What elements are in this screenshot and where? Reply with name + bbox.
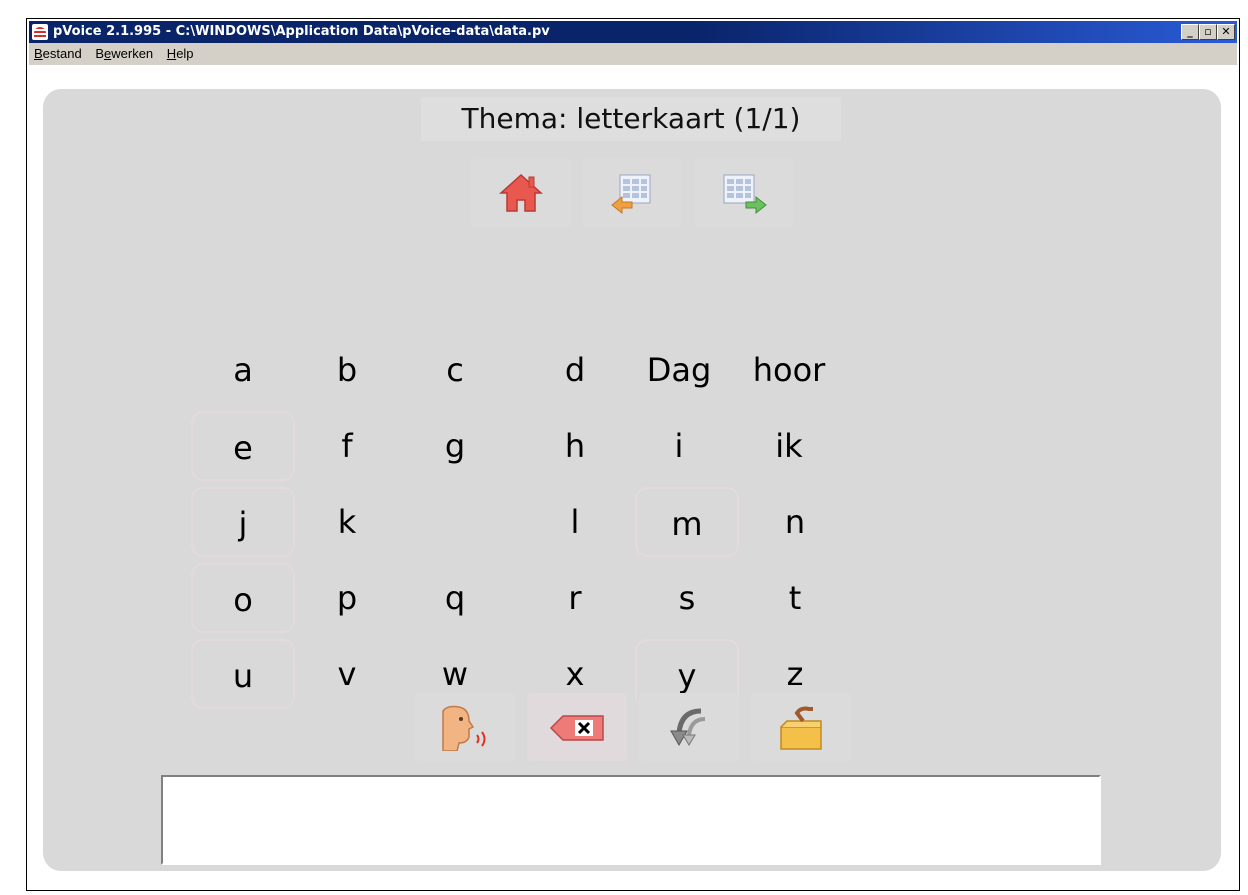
key-j[interactable]: j (191, 487, 295, 557)
previous-page-button[interactable] (582, 159, 682, 227)
key-r[interactable]: r (523, 563, 627, 633)
open-folder-button[interactable] (751, 693, 851, 761)
board-panel: Thema: letterkaart (1/1) a b c d Dag hoo… (43, 89, 1221, 871)
undo-button[interactable] (639, 693, 739, 761)
message-output-box[interactable] (161, 775, 1101, 865)
key-n[interactable]: n (743, 487, 847, 557)
key-d[interactable]: d (523, 335, 627, 405)
key-f[interactable]: f (295, 411, 399, 481)
speak-button[interactable] (415, 693, 515, 761)
key-ik[interactable]: ik (737, 411, 841, 481)
pvoice-app-icon[interactable] (32, 24, 48, 40)
key-p[interactable]: p (295, 563, 399, 633)
key-v[interactable]: v (295, 639, 399, 709)
key-m[interactable]: m (635, 487, 739, 557)
key-dag[interactable]: Dag (627, 335, 731, 405)
close-button[interactable]: ✕ (1217, 24, 1235, 40)
home-button[interactable] (471, 159, 571, 227)
minimize-button[interactable]: _ (1181, 24, 1199, 40)
key-g[interactable]: g (403, 411, 507, 481)
key-c[interactable]: c (403, 335, 507, 405)
key-h[interactable]: h (523, 411, 627, 481)
key-l[interactable]: l (523, 487, 627, 557)
next-page-icon (723, 174, 767, 215)
title-bar[interactable]: pVoice 2.1.995 - C:\WINDOWS\Application … (29, 21, 1237, 43)
key-q[interactable]: q (403, 563, 507, 633)
restore-button[interactable]: ▫ (1199, 24, 1217, 40)
key-e[interactable]: e (191, 411, 295, 481)
key-o[interactable]: o (191, 563, 295, 633)
open-folder-icon (780, 706, 822, 750)
key-empty[interactable] (403, 487, 507, 557)
previous-page-icon (611, 174, 651, 215)
speak-icon (442, 705, 486, 751)
app-window: pVoice 2.1.995 - C:\WINDOWS\Application … (26, 18, 1240, 891)
home-icon (499, 173, 543, 212)
window-title: pVoice 2.1.995 - C:\WINDOWS\Application … (53, 24, 550, 39)
key-s[interactable]: s (635, 563, 739, 633)
backspace-icon (549, 715, 604, 741)
undo-icon (670, 708, 706, 747)
backspace-button[interactable] (527, 693, 627, 761)
menu-bewerken[interactable]: Bewerken (90, 43, 158, 65)
key-b[interactable]: b (295, 335, 399, 405)
key-k[interactable]: k (295, 487, 399, 557)
theme-title: Thema: letterkaart (1/1) (421, 97, 841, 141)
key-t[interactable]: t (743, 563, 847, 633)
key-i[interactable]: i (627, 411, 731, 481)
menu-bestand[interactable]: Bestand (29, 43, 87, 65)
key-hoor[interactable]: hoor (737, 335, 841, 405)
next-page-button[interactable] (694, 159, 794, 227)
menu-bar: Bestand Bewerken Help (29, 43, 1237, 65)
menu-help[interactable]: Help (162, 43, 199, 65)
key-a[interactable]: a (191, 335, 295, 405)
key-u[interactable]: u (191, 639, 295, 709)
